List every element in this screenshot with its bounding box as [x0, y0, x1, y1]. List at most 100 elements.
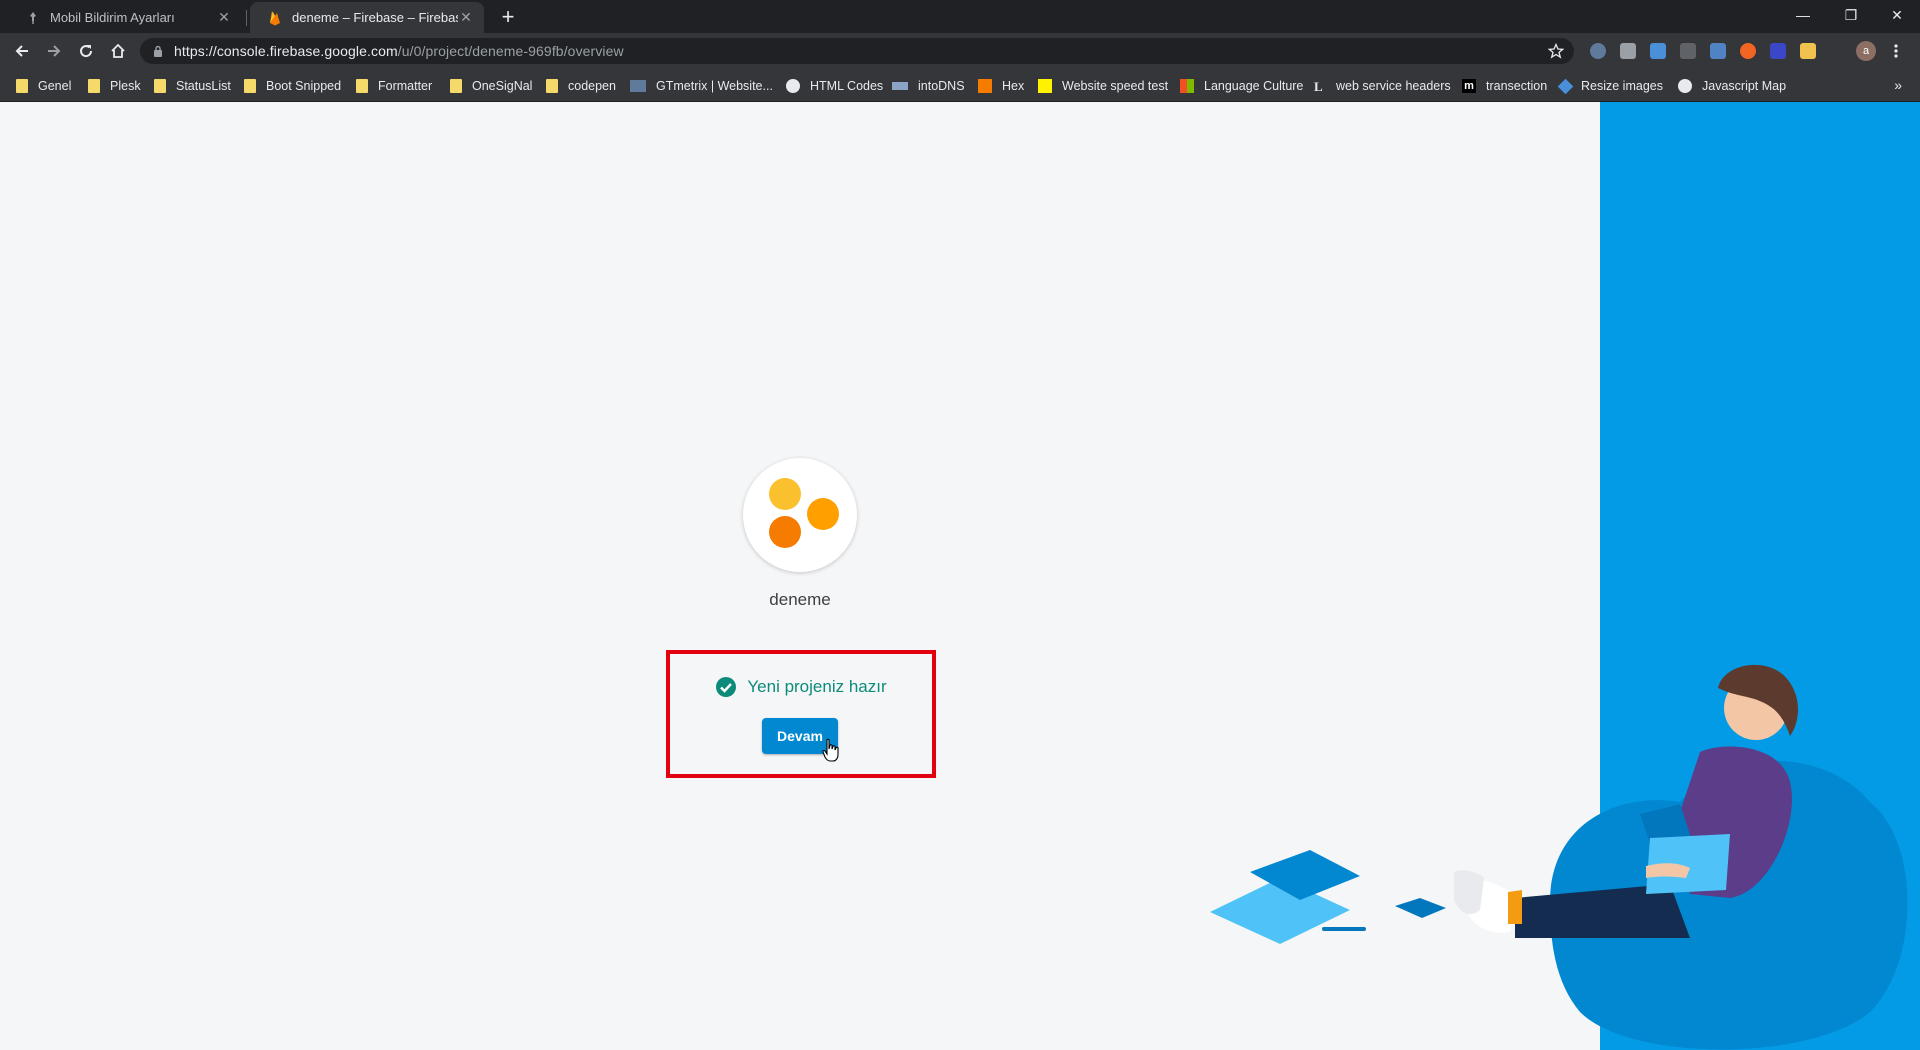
folder-icon [450, 79, 462, 93]
camera-extension-icon[interactable] [1620, 43, 1636, 59]
arrow-right-icon [48, 45, 61, 57]
firebase-page: deneme Yeni projeniz hazır Devam [0, 102, 1920, 1050]
bookmark-website-speed-test[interactable]: Website speed test [1038, 77, 1168, 95]
folder-icon [16, 79, 28, 93]
extension-icon[interactable] [1680, 43, 1696, 59]
bookmark-web-service-headers[interactable]: Lweb service headers [1314, 77, 1451, 95]
bookmark-label: OneSigNal [472, 79, 533, 93]
bookmark-label: StatusList [176, 79, 231, 93]
tab-firebase[interactable]: deneme – Firebase – Firebase co ✕ [250, 2, 484, 33]
windows-icon [1180, 79, 1194, 93]
url-host: https://console.firebase.google.com [174, 43, 398, 59]
globe-icon [1678, 79, 1692, 93]
forward-button[interactable] [40, 37, 68, 65]
highlight-box: Yeni projeniz hazır Devam [666, 650, 936, 778]
restore-button[interactable]: ❐ [1828, 0, 1874, 30]
lock-icon [154, 45, 162, 57]
reload-icon [80, 45, 93, 58]
bookmark-label: GTmetrix | Website... [656, 79, 773, 93]
back-button[interactable] [8, 37, 36, 65]
bookmark-label: codepen [568, 79, 616, 93]
bookmarks-overflow-button[interactable]: » [1894, 77, 1902, 93]
tag-icon [1557, 78, 1574, 94]
browser-toolbar: https://console.firebase.google.com/u/0/… [0, 33, 1920, 69]
extension-icon[interactable] [1800, 43, 1816, 59]
new-tab-button[interactable]: + [494, 4, 522, 29]
globe-icon [786, 79, 800, 93]
bookmark-html-codes[interactable]: HTML Codes [786, 77, 883, 95]
hand-cursor-icon [822, 738, 839, 762]
url-text: https://console.firebase.google.com/u/0/… [174, 43, 624, 59]
bookmark-statuslist[interactable]: StatusList [154, 77, 231, 95]
person-with-laptop-illustration [1210, 664, 1908, 1050]
bookmark-javascript-map[interactable]: Javascript Map [1678, 77, 1786, 95]
yellow-dot-icon [769, 478, 801, 510]
reload-button[interactable] [72, 37, 100, 65]
home-button[interactable] [104, 37, 132, 65]
bookmark-plesk[interactable]: Plesk [88, 77, 141, 95]
menu-icon[interactable] [1893, 43, 1899, 59]
orange-dot-icon [769, 516, 801, 548]
address-bar[interactable]: https://console.firebase.google.com/u/0/… [140, 38, 1574, 64]
bookmark-boot-snipped[interactable]: Boot Snipped [244, 77, 341, 95]
bookmark-label: Formatter [378, 79, 433, 93]
bookmark-resize-images[interactable]: Resize images [1557, 77, 1663, 95]
bookmark-language-culture[interactable]: Language Culture [1180, 77, 1303, 95]
bookmark-label: Javascript Map [1702, 79, 1787, 93]
folder-icon [88, 79, 100, 93]
status-text: Yeni projeniz hazır [747, 677, 887, 696]
folder-icon [244, 79, 256, 93]
folder-icon [546, 79, 558, 93]
star-icon[interactable] [1548, 43, 1564, 59]
extension-icon[interactable] [1710, 43, 1726, 59]
bookmark-label: Resize images [1581, 79, 1663, 93]
tab-title: deneme – Firebase – Firebase co [292, 10, 458, 25]
extension-icon[interactable] [1740, 43, 1756, 59]
l-icon: L [1314, 79, 1323, 94]
bookmark-codepen[interactable]: codepen [546, 77, 616, 95]
minimize-button[interactable]: — [1780, 0, 1826, 30]
bookmark-label: Website speed test [1062, 79, 1169, 93]
bookmark-label: Genel [38, 79, 72, 93]
bookmarks-bar: Genel Plesk StatusList Boot Snipped Form… [0, 69, 1920, 102]
gtmetrix-icon [630, 80, 646, 92]
bookmark-label: Plesk [110, 79, 141, 93]
bookmark-intodns[interactable]: intoDNS [892, 77, 965, 95]
bookmark-genel[interactable]: Genel [16, 77, 71, 95]
bookmark-label: intoDNS [918, 79, 965, 93]
close-window-button[interactable]: ✕ [1874, 0, 1920, 30]
pin-icon [30, 11, 36, 24]
tab-strip: Mobil Bildirim Ayarları ✕ deneme – Fireb… [0, 0, 1920, 33]
dns-icon [892, 82, 908, 90]
folder-icon [154, 79, 166, 93]
translate-extension-icon[interactable] [1650, 43, 1666, 59]
arrow-left-icon [15, 45, 28, 57]
tab-mobil-bildirim[interactable]: Mobil Bildirim Ayarları ✕ [8, 2, 242, 33]
folder-icon [356, 79, 368, 93]
extension-icon[interactable] [1770, 43, 1786, 59]
bookmark-hex[interactable]: Hex [978, 77, 1024, 95]
bookmark-label: Boot Snipped [266, 79, 342, 93]
profile-avatar[interactable]: a [1856, 41, 1876, 61]
home-icon [111, 43, 125, 58]
bookmark-label: transection [1486, 79, 1548, 93]
url-path: /u/0/project/deneme-969fb/overview [397, 43, 624, 59]
close-tab-icon[interactable]: ✕ [216, 9, 232, 26]
bookmark-formatter[interactable]: Formatter [356, 77, 432, 95]
bookmark-label: HTML Codes [810, 79, 884, 93]
bookmark-transection[interactable]: m transection [1462, 77, 1547, 95]
close-tab-icon[interactable]: ✕ [458, 9, 474, 26]
tab-separator [246, 10, 247, 26]
check-circle-icon [716, 677, 737, 697]
m-icon: m [1462, 79, 1476, 93]
bookmark-onesignal[interactable]: OneSigNal [450, 77, 532, 95]
bookmark-label: Hex [1002, 79, 1025, 93]
bookmark-label: Language Culture [1204, 79, 1304, 93]
pingdom-icon [1038, 79, 1052, 93]
extension-icon[interactable] [1590, 43, 1606, 59]
project-logo [743, 458, 857, 572]
tab-title: Mobil Bildirim Ayarları [50, 10, 175, 25]
project-name: deneme [769, 590, 831, 609]
amber-dot-icon [807, 498, 839, 530]
bookmark-gtmetrix[interactable]: GTmetrix | Website... [630, 77, 773, 95]
